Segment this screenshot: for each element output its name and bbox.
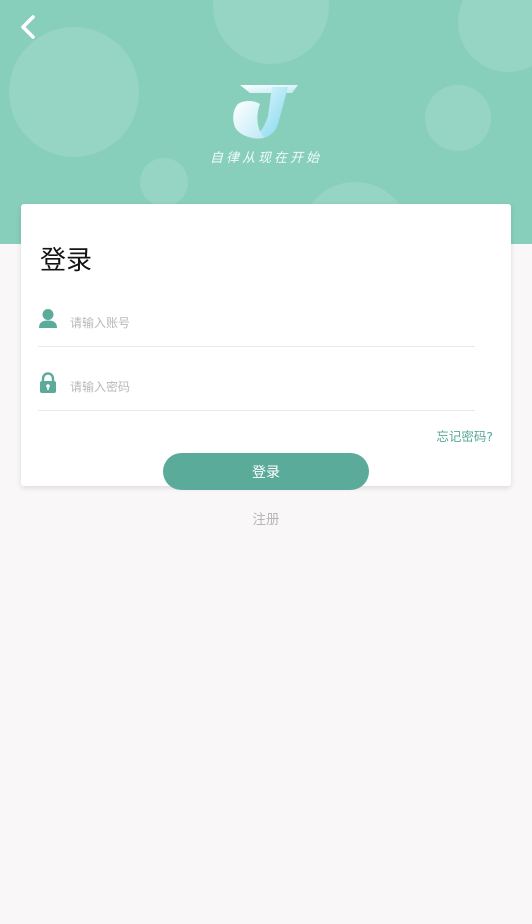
decor-bubble <box>425 85 491 151</box>
login-button[interactable]: 登录 <box>163 453 369 490</box>
j-logo-icon <box>233 85 298 139</box>
slogan-text: 自律从现在开始 <box>209 151 322 166</box>
decor-bubble <box>458 0 532 72</box>
chevron-left-icon <box>21 15 35 39</box>
lock-icon <box>40 372 56 393</box>
app-logo <box>230 82 302 144</box>
back-button[interactable] <box>14 12 42 42</box>
forgot-password-link[interactable]: 忘记密码? <box>436 426 493 445</box>
username-field <box>38 306 475 347</box>
register-link[interactable]: 注册 <box>0 508 532 528</box>
username-input[interactable] <box>70 312 450 334</box>
decor-bubble <box>9 27 139 157</box>
user-icon <box>39 309 57 328</box>
decor-bubble <box>213 0 329 64</box>
login-card: 登录 忘记密码? <box>21 204 511 486</box>
page-title: 登录 <box>40 246 93 276</box>
password-input[interactable] <box>70 376 450 398</box>
password-field <box>38 370 475 411</box>
